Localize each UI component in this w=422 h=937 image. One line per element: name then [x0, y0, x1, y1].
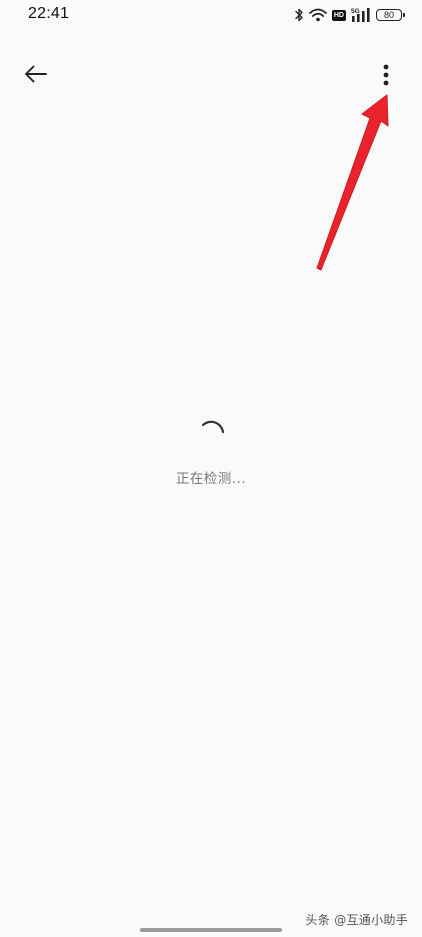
bluetooth-icon [295, 8, 303, 22]
arrow-left-icon [25, 65, 47, 83]
network-type-label: 5G [351, 8, 360, 15]
battery-level: 80 [383, 9, 394, 20]
wifi-icon [308, 8, 327, 22]
hd-icon: HD [331, 9, 346, 21]
more-vertical-icon [383, 64, 389, 86]
battery-icon: 80 [376, 9, 405, 21]
screen: 22:41 HD 5G 80 正在检测... 头条 @互通小助手 [0, 0, 422, 937]
status-icons: HD 5G 80 [294, 6, 405, 24]
status-bar: 22:41 HD 5G 80 [0, 0, 422, 30]
cellular-signal-icon: 5G [351, 8, 370, 22]
status-time: 22:41 [28, 5, 70, 22]
home-indicator[interactable] [140, 928, 282, 932]
loading-text: 正在检测... [175, 471, 247, 487]
back-button[interactable] [18, 58, 54, 90]
loading-spinner [201, 420, 225, 434]
more-options-button[interactable] [370, 58, 402, 92]
watermark: 头条 @互通小助手 [305, 913, 408, 927]
